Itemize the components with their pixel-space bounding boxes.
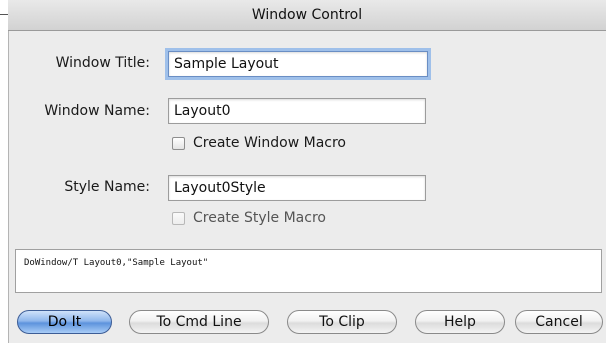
command-text-area[interactable]: DoWindow/T Layout0,"Sample Layout" (15, 249, 602, 293)
create-window-macro-checkbox-row[interactable]: Create Window Macro (172, 134, 346, 152)
style-name-field[interactable]: Layout0Style (168, 175, 426, 201)
do-it-button[interactable]: Do It (17, 310, 112, 334)
create-style-macro-checkbox-row[interactable]: Create Style Macro (172, 209, 326, 227)
window-title: Window Control (251, 7, 363, 23)
to-clip-button[interactable]: To Clip (287, 310, 397, 334)
to-cmd-line-button[interactable]: To Cmd Line (129, 310, 269, 334)
help-button[interactable]: Help (415, 310, 505, 334)
screen: Window Control Window Title: Sample Layo… (0, 0, 606, 343)
title-bar[interactable]: Window Control (8, 0, 606, 31)
create-window-macro-label: Create Window Macro (193, 135, 346, 151)
create-style-macro-label: Create Style Macro (193, 210, 326, 226)
window-name-field[interactable]: Layout0 (168, 98, 426, 124)
cancel-button[interactable]: Cancel (515, 310, 603, 334)
window-control-dialog: Window Control Window Title: Sample Layo… (8, 0, 606, 343)
create-window-macro-checkbox[interactable] (172, 136, 185, 150)
window-title-field[interactable]: Sample Layout (168, 51, 428, 77)
create-style-macro-checkbox[interactable] (172, 211, 185, 225)
style-name-label: Style Name: (64, 179, 150, 195)
window-title-label: Window Title: (55, 55, 150, 71)
window-name-label: Window Name: (44, 103, 150, 119)
